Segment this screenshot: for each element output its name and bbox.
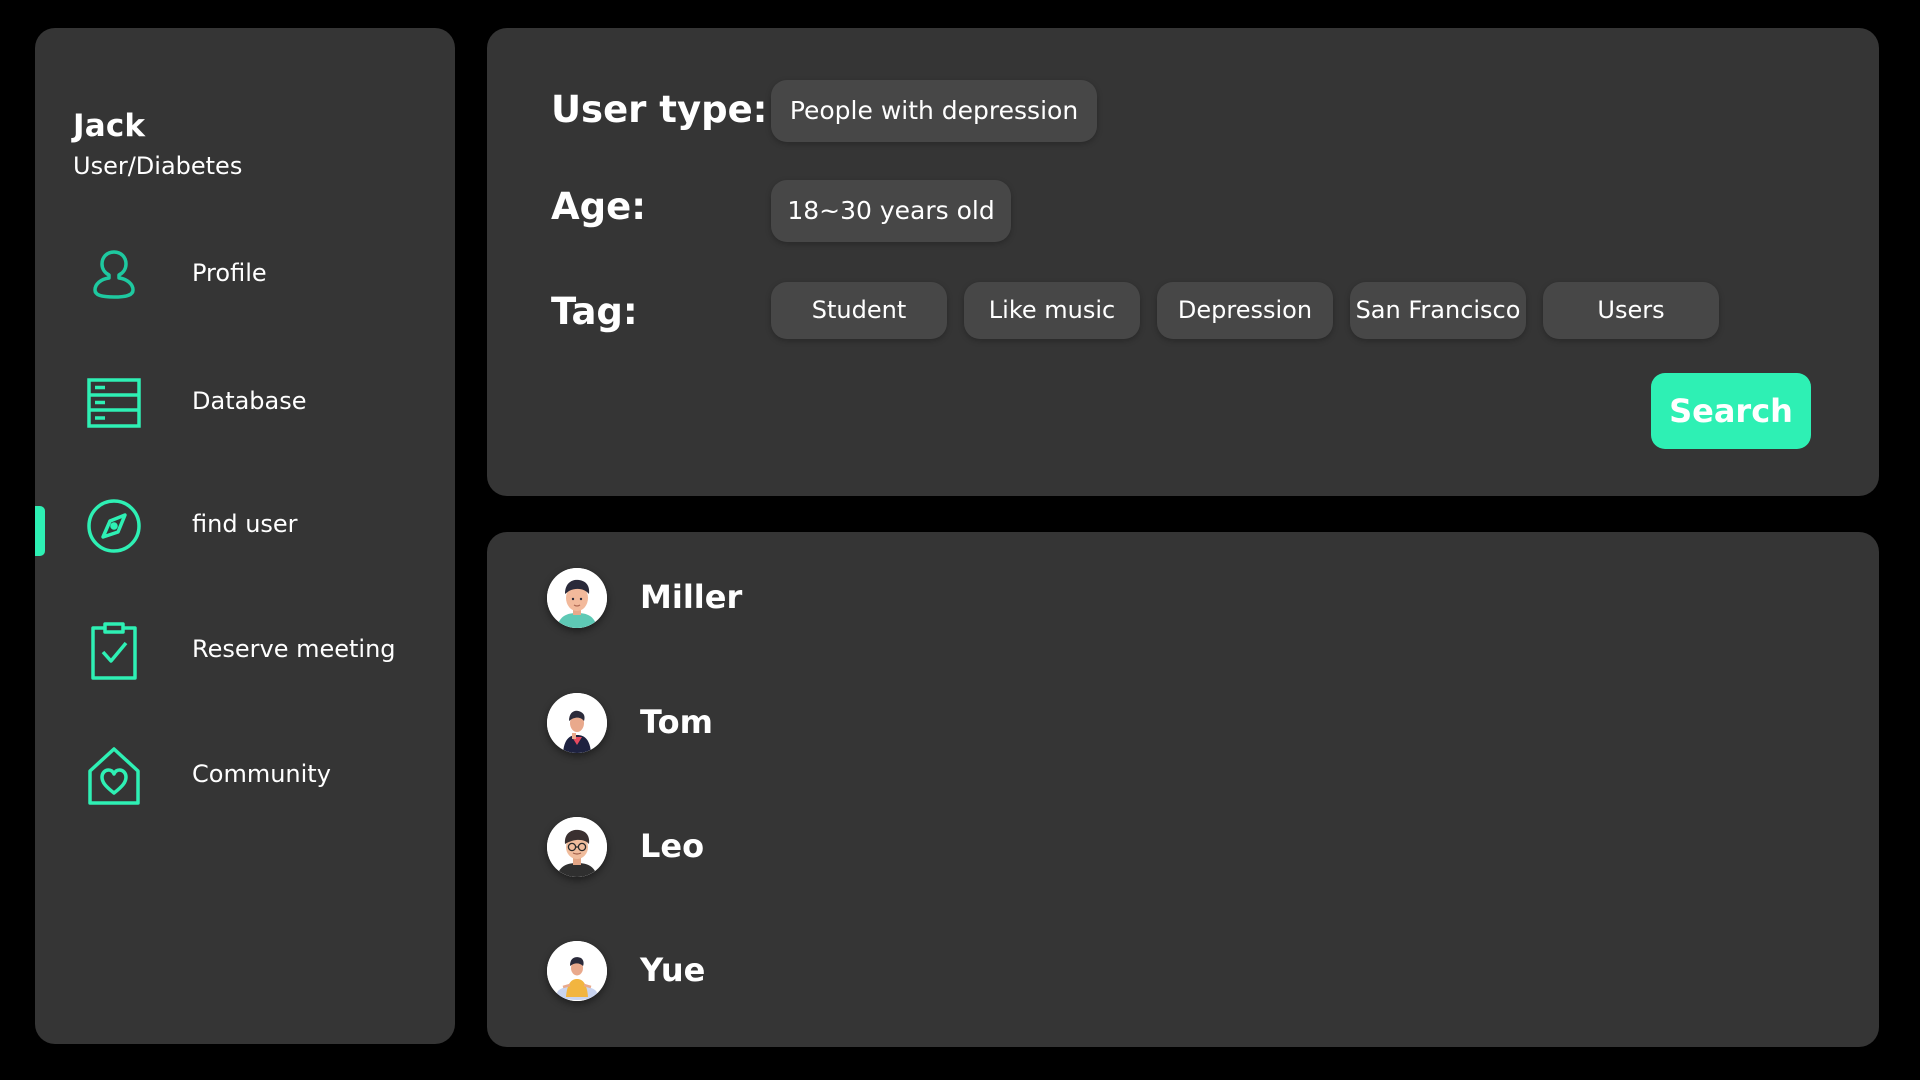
list-item[interactable]: Leo bbox=[547, 815, 1147, 879]
age-select[interactable]: 18~30 years old bbox=[771, 180, 1011, 242]
sidebar-item-label: Database bbox=[192, 387, 307, 415]
age-label: Age: bbox=[551, 185, 647, 228]
avatar-miller-icon bbox=[547, 568, 607, 628]
avatar-yue-icon bbox=[547, 941, 607, 1001]
tag-chip[interactable]: San Francisco bbox=[1350, 282, 1526, 339]
user-type-select[interactable]: People with depression bbox=[771, 80, 1097, 142]
user-name: Jack bbox=[73, 108, 146, 144]
sidebar-item-label: find user bbox=[192, 510, 298, 538]
tag-chip[interactable]: Student bbox=[771, 282, 947, 339]
sidebar-item-community[interactable]: Community bbox=[35, 736, 455, 816]
home-heart-icon bbox=[83, 745, 145, 807]
clipboard-check-icon bbox=[83, 620, 145, 682]
filter-panel: User type: People with depression Age: 1… bbox=[487, 28, 1879, 496]
person-icon bbox=[83, 244, 145, 306]
results-panel: Miller Tom Leo Yue bbox=[487, 532, 1879, 1047]
user-role: User/Diabetes bbox=[73, 152, 243, 180]
tag-chip[interactable]: Like music bbox=[964, 282, 1140, 339]
sidebar: Jack User/Diabetes Profile Database find… bbox=[35, 28, 455, 1044]
result-name: Yue bbox=[640, 951, 706, 989]
user-type-label: User type: bbox=[551, 88, 768, 131]
compass-icon bbox=[83, 495, 145, 557]
tag-label: Tag: bbox=[551, 290, 638, 333]
sidebar-item-reserve-meeting[interactable]: Reserve meeting bbox=[35, 611, 455, 691]
result-name: Leo bbox=[640, 827, 705, 865]
sidebar-item-find-user[interactable]: find user bbox=[35, 486, 455, 566]
sidebar-item-database[interactable]: Database bbox=[35, 363, 455, 443]
tag-chip[interactable]: Depression bbox=[1157, 282, 1333, 339]
database-list-icon bbox=[83, 372, 145, 434]
sidebar-item-label: Community bbox=[192, 760, 331, 788]
active-indicator bbox=[35, 506, 45, 556]
sidebar-item-label: Profile bbox=[192, 259, 267, 287]
list-item[interactable]: Tom bbox=[547, 691, 1147, 755]
list-item[interactable]: Miller bbox=[547, 566, 1147, 630]
avatar-leo-icon bbox=[547, 817, 607, 877]
result-name: Tom bbox=[640, 703, 713, 741]
list-item[interactable]: Yue bbox=[547, 939, 1147, 1003]
tag-chip[interactable]: Users bbox=[1543, 282, 1719, 339]
sidebar-item-profile[interactable]: Profile bbox=[35, 235, 455, 315]
avatar-tom-icon bbox=[547, 693, 607, 753]
result-name: Miller bbox=[640, 578, 743, 616]
search-button[interactable]: Search bbox=[1651, 373, 1811, 449]
sidebar-item-label: Reserve meeting bbox=[192, 635, 396, 663]
